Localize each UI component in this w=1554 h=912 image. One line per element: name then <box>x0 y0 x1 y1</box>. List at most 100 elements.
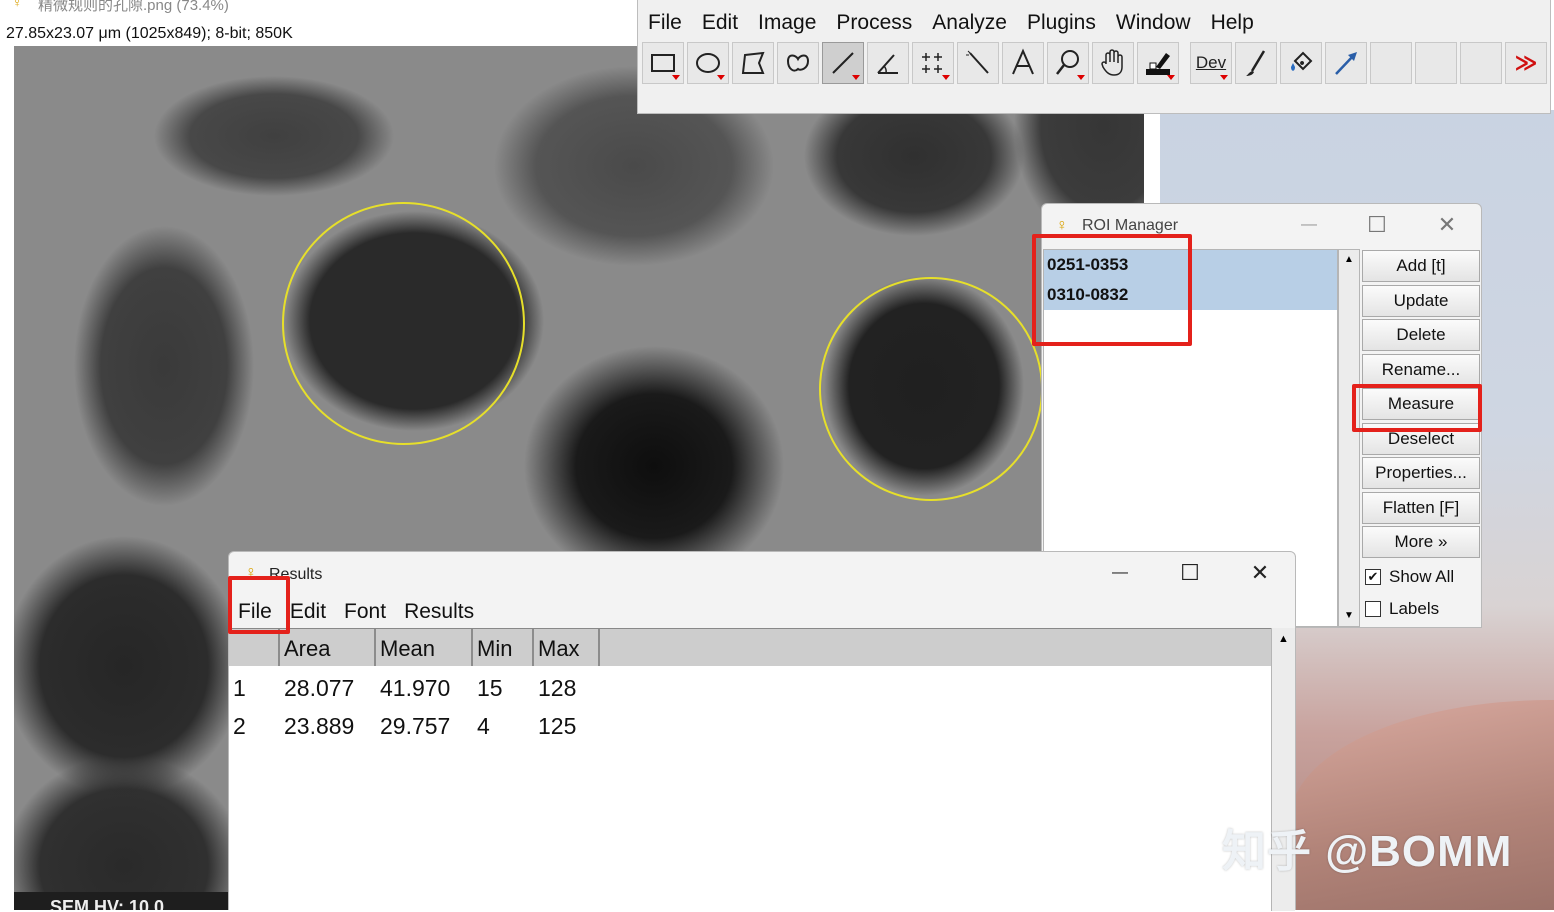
color-picker-tool[interactable] <box>1137 42 1179 84</box>
properties-button[interactable]: Properties... <box>1362 457 1480 489</box>
menu-help[interactable]: Help <box>1201 8 1264 38</box>
checkbox-unchecked-icon <box>1365 600 1381 617</box>
flood-fill-tool[interactable] <box>1280 42 1322 84</box>
empty-tool-slot-1[interactable] <box>1370 42 1412 84</box>
table-row[interactable]: 1 28.077 41.970 15 128 <box>229 669 600 707</box>
scroll-up-icon[interactable]: ▲ <box>1339 250 1359 270</box>
add-button[interactable]: Add [t] <box>1362 250 1480 282</box>
imagej-toolbar: Dev ≫ <box>642 42 1550 84</box>
menu-process[interactable]: Process <box>826 8 922 38</box>
highlight-roi-list <box>1032 234 1192 346</box>
update-button[interactable]: Update <box>1362 284 1480 317</box>
more-tools-button[interactable]: ≫ <box>1505 42 1547 84</box>
show-all-checkbox[interactable]: ✔ Show All <box>1362 561 1482 593</box>
results-table[interactable]: Area Mean Min Max 1 28.077 41.970 15 128… <box>229 628 1271 912</box>
multipoint-tool[interactable] <box>912 42 954 84</box>
flood-fill-tool-icon <box>1291 51 1313 71</box>
close-icon[interactable]: ✕ <box>1432 210 1462 240</box>
mean-cell: 29.757 <box>380 713 451 739</box>
max-cell: 125 <box>538 713 577 739</box>
area-cell: 28.077 <box>284 675 355 701</box>
roi-manager-title: ROI Manager <box>1082 217 1179 234</box>
text-tool-icon <box>1012 48 1034 75</box>
mean-cell: 41.970 <box>380 675 451 701</box>
sem-footer-label: SEM HV: 10.0 <box>14 892 228 910</box>
highlight-measure-button <box>1352 384 1482 432</box>
menu-window[interactable]: Window <box>1106 8 1201 38</box>
more-tools-icon: ≫ <box>1514 50 1538 75</box>
dev-tool-icon: Dev <box>1195 53 1227 72</box>
roi-list-scrollbar[interactable]: ▲ ▼ <box>1338 249 1360 627</box>
brush-tool-icon <box>1246 50 1266 76</box>
maximize-icon[interactable]: ☐ <box>1362 210 1392 240</box>
row-index: 2 <box>233 713 246 739</box>
line-tool[interactable] <box>822 42 864 84</box>
column-header-min[interactable]: Min <box>473 629 534 666</box>
empty-tool-slot-2[interactable] <box>1415 42 1457 84</box>
polygon-tool[interactable] <box>732 42 774 84</box>
roi-circle-2[interactable] <box>819 277 1043 501</box>
oval-tool[interactable] <box>687 42 729 84</box>
show-all-label: Show All <box>1389 566 1455 586</box>
table-row[interactable]: 2 23.889 29.757 4 125 <box>229 707 600 745</box>
imagej-logo-icon: ♀ <box>12 0 23 10</box>
empty-tool-slot-3[interactable] <box>1460 42 1502 84</box>
delete-button[interactable]: Delete <box>1362 319 1480 351</box>
roi-button-panel: Add [t] Update Delete Rename... Measure … <box>1362 250 1482 625</box>
labels-checkbox[interactable]: Labels <box>1362 593 1482 625</box>
text-tool[interactable] <box>1002 42 1044 84</box>
highlight-results-file-menu <box>228 576 290 634</box>
results-window: ♀ Results — ☐ ✕ File Edit Font Results A… <box>228 551 1296 912</box>
column-header-area[interactable]: Area <box>280 629 376 666</box>
checkbox-checked-icon: ✔ <box>1365 568 1381 585</box>
column-header-max[interactable]: Max <box>534 629 600 666</box>
imagej-menubar: File Edit Image Process Analyze Plugins … <box>638 8 1264 38</box>
min-cell: 4 <box>477 713 490 739</box>
arrow-tool-icon <box>1335 52 1357 75</box>
results-menu-results[interactable]: Results <box>395 596 483 628</box>
menu-file[interactable]: File <box>638 8 692 38</box>
flatten-button[interactable]: Flatten [F] <box>1362 491 1480 524</box>
polygon-tool-icon <box>741 51 765 74</box>
brush-tool[interactable] <box>1235 42 1277 84</box>
menu-analyze[interactable]: Analyze <box>922 8 1017 38</box>
hand-tool-icon <box>1101 49 1123 76</box>
image-window-title[interactable]: ♀ 精微规则的孔隙.png (73.4%) <box>0 0 640 18</box>
minimize-icon[interactable]: — <box>1294 210 1324 240</box>
column-header-mean[interactable]: Mean <box>376 629 473 666</box>
close-icon[interactable]: ✕ <box>1245 558 1275 588</box>
hand-tool[interactable] <box>1092 42 1134 84</box>
roi-circle-1[interactable] <box>282 202 525 445</box>
angle-tool[interactable] <box>867 42 909 84</box>
scroll-up-icon[interactable]: ▲ <box>1272 628 1295 650</box>
image-title-text: 精微规则的孔隙.png (73.4%) <box>38 0 229 14</box>
imagej-main-window: File Edit Image Process Analyze Plugins … <box>637 0 1551 114</box>
menu-plugins[interactable]: Plugins <box>1017 8 1106 38</box>
angle-tool-icon <box>877 54 898 74</box>
maximize-icon[interactable]: ☐ <box>1175 558 1205 588</box>
rename-button[interactable]: Rename... <box>1362 353 1480 386</box>
image-info-bar: 27.85x23.07 μm (1025x849); 8-bit; 850K <box>6 25 293 42</box>
wand-tool-icon <box>966 50 989 74</box>
results-menu-font[interactable]: Font <box>335 596 395 628</box>
menu-edit[interactable]: Edit <box>692 8 748 38</box>
watermark-text: 知乎 @BOMM <box>1222 827 1513 876</box>
freehand-tool[interactable] <box>777 42 819 84</box>
scroll-down-icon[interactable]: ▼ <box>1339 606 1359 626</box>
labels-label: Labels <box>1389 598 1440 618</box>
max-cell: 128 <box>538 675 577 701</box>
min-cell: 15 <box>477 675 503 701</box>
area-cell: 23.889 <box>284 713 355 739</box>
more-button[interactable]: More » <box>1362 526 1480 558</box>
results-titlebar[interactable]: ♀ Results — ☐ ✕ <box>229 558 1295 592</box>
magnifier-tool[interactable] <box>1047 42 1089 84</box>
dev-tool[interactable]: Dev <box>1190 42 1232 84</box>
column-header-index[interactable] <box>229 629 280 666</box>
arrow-tool[interactable] <box>1325 42 1367 84</box>
rectangle-tool[interactable] <box>642 42 684 84</box>
freehand-tool-icon <box>786 54 810 72</box>
wand-tool[interactable] <box>957 42 999 84</box>
menu-image[interactable]: Image <box>748 8 826 38</box>
row-index: 1 <box>233 675 246 701</box>
minimize-icon[interactable]: — <box>1105 558 1135 588</box>
